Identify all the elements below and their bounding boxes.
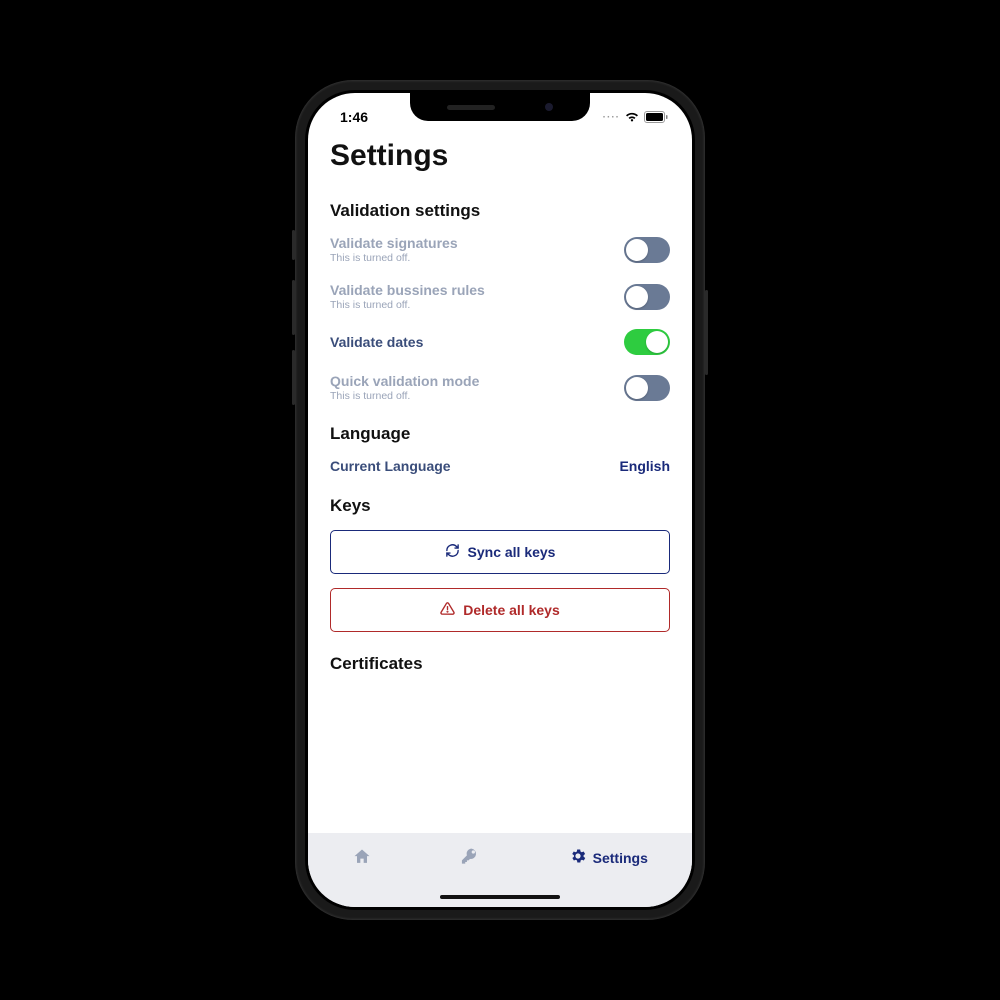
- sub-validate-rules: This is turned off.: [330, 299, 624, 311]
- delete-keys-button[interactable]: Delete all keys: [330, 588, 670, 632]
- cellular-icon: ····: [603, 112, 620, 123]
- page-title: Settings: [330, 139, 670, 173]
- toggle-quick-validation[interactable]: [624, 375, 670, 401]
- gear-icon: [569, 847, 587, 868]
- key-icon: [460, 847, 480, 870]
- sync-keys-button[interactable]: Sync all keys: [330, 530, 670, 574]
- warning-icon: [440, 601, 455, 619]
- delete-keys-label: Delete all keys: [463, 602, 560, 618]
- refresh-icon: [445, 543, 460, 561]
- battery-icon: [644, 111, 668, 123]
- tab-home[interactable]: [352, 847, 372, 870]
- label-quick-validation: Quick validation mode: [330, 373, 624, 389]
- tab-bar: Settings: [308, 833, 692, 907]
- section-language: Language: [330, 424, 670, 444]
- status-time: 1:46: [340, 109, 368, 125]
- tab-settings-label: Settings: [593, 850, 648, 866]
- section-certificates: Certificates: [330, 654, 670, 674]
- row-quick-validation[interactable]: Quick validation mode This is turned off…: [330, 373, 670, 402]
- tab-keys[interactable]: [460, 847, 480, 870]
- home-indicator[interactable]: [440, 895, 560, 899]
- row-validate-dates[interactable]: Validate dates: [330, 329, 670, 355]
- toggle-validate-dates[interactable]: [624, 329, 670, 355]
- home-icon: [352, 847, 372, 870]
- label-validate-dates: Validate dates: [330, 334, 624, 350]
- label-validate-signatures: Validate signatures: [330, 235, 624, 251]
- row-language[interactable]: Current Language English: [330, 458, 670, 474]
- row-validate-rules[interactable]: Validate bussines rules This is turned o…: [330, 282, 670, 311]
- notch: [410, 93, 590, 121]
- sub-quick-validation: This is turned off.: [330, 390, 624, 402]
- screen: 1:46 ···· Settings Validation settings: [308, 93, 692, 907]
- toggle-validate-rules[interactable]: [624, 284, 670, 310]
- tab-settings[interactable]: Settings: [569, 847, 648, 868]
- section-keys: Keys: [330, 496, 670, 516]
- phone-frame: 1:46 ···· Settings Validation settings: [295, 80, 705, 920]
- language-value: English: [619, 458, 670, 474]
- row-validate-signatures[interactable]: Validate signatures This is turned off.: [330, 235, 670, 264]
- sub-validate-signatures: This is turned off.: [330, 252, 624, 264]
- section-validation: Validation settings: [330, 201, 670, 221]
- wifi-icon: [624, 111, 640, 123]
- sync-keys-label: Sync all keys: [468, 544, 556, 560]
- label-validate-rules: Validate bussines rules: [330, 282, 624, 298]
- toggle-validate-signatures[interactable]: [624, 237, 670, 263]
- language-label: Current Language: [330, 458, 451, 474]
